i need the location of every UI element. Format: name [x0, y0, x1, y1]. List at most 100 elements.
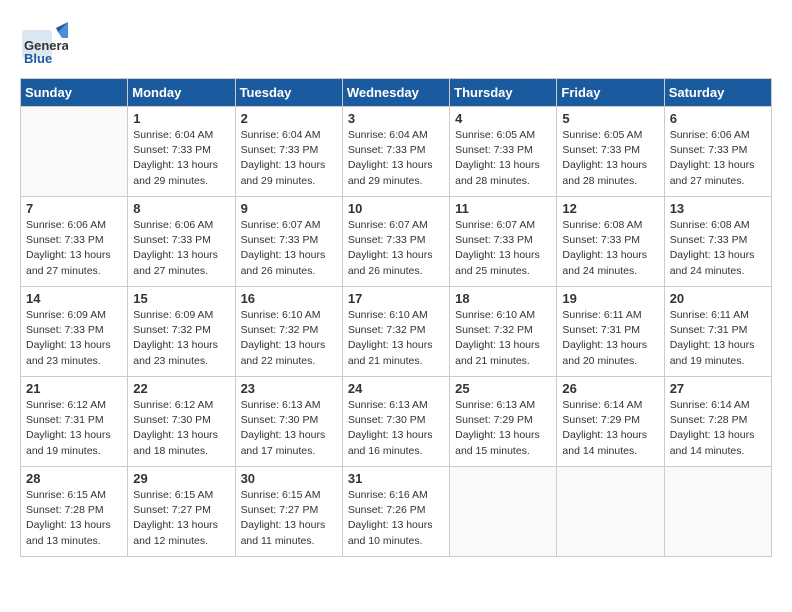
daylight-text: Daylight: 13 hours and 14 minutes. [562, 428, 658, 458]
calendar-week-row: 14Sunrise: 6:09 AMSunset: 7:33 PMDayligh… [21, 287, 772, 377]
daylight-text: Daylight: 13 hours and 29 minutes. [348, 158, 444, 188]
day-info: Sunrise: 6:07 AMSunset: 7:33 PMDaylight:… [455, 218, 551, 279]
calendar-cell: 9Sunrise: 6:07 AMSunset: 7:33 PMDaylight… [235, 197, 342, 287]
day-number: 24 [348, 381, 444, 396]
sunset-text: Sunset: 7:27 PM [241, 503, 337, 518]
day-info: Sunrise: 6:05 AMSunset: 7:33 PMDaylight:… [562, 128, 658, 189]
sunset-text: Sunset: 7:31 PM [670, 323, 766, 338]
day-number: 1 [133, 111, 229, 126]
calendar-cell: 15Sunrise: 6:09 AMSunset: 7:32 PMDayligh… [128, 287, 235, 377]
sunset-text: Sunset: 7:33 PM [241, 143, 337, 158]
sunset-text: Sunset: 7:33 PM [133, 233, 229, 248]
daylight-text: Daylight: 13 hours and 20 minutes. [562, 338, 658, 368]
calendar-cell [21, 107, 128, 197]
sunset-text: Sunset: 7:30 PM [133, 413, 229, 428]
sunrise-text: Sunrise: 6:05 AM [562, 128, 658, 143]
calendar-cell: 5Sunrise: 6:05 AMSunset: 7:33 PMDaylight… [557, 107, 664, 197]
day-number: 27 [670, 381, 766, 396]
calendar-cell: 18 Sunrise: 6:10 AMSunset: 7:32 PMDayligh… [450, 287, 557, 377]
day-info: Sunrise: 6:12 AMSunset: 7:30 PMDaylight:… [133, 398, 229, 459]
daylight-text: Daylight: 13 hours and 29 minutes. [241, 158, 337, 188]
daylight-text: Daylight: 13 hours and 22 minutes. [241, 338, 337, 368]
calendar-week-row: 21Sunrise: 6:12 AMSunset: 7:31 PMDayligh… [21, 377, 772, 467]
column-header-wednesday: Wednesday [342, 79, 449, 107]
sunrise-text: Sunrise: 6:10 AM [241, 308, 337, 323]
calendar-table: SundayMondayTuesdayWednesdayThursdayFrid… [20, 78, 772, 557]
sunrise-text: Sunrise: 6:15 AM [26, 488, 122, 503]
day-number: 20 [670, 291, 766, 306]
sunrise-text: Sunrise: 6:15 AM [133, 488, 229, 503]
day-number: 31 [348, 471, 444, 486]
sunset-text: Sunset: 7:28 PM [26, 503, 122, 518]
day-number: 6 [670, 111, 766, 126]
sunset-text: Sunset: 7:30 PM [241, 413, 337, 428]
day-number: 14 [26, 291, 122, 306]
day-info: Sunrise: 6:10 AMSunset: 7:32 PMDaylight:… [455, 308, 551, 369]
sunrise-text: Sunrise: 6:10 AM [348, 308, 444, 323]
sunrise-text: Sunrise: 6:12 AM [26, 398, 122, 413]
sunrise-text: Sunrise: 6:14 AM [670, 398, 766, 413]
sunrise-text: Sunrise: 6:12 AM [133, 398, 229, 413]
calendar-cell: 17Sunrise: 6:10 AMSunset: 7:32 PMDayligh… [342, 287, 449, 377]
day-number: 17 [348, 291, 444, 306]
sunset-text: Sunset: 7:33 PM [455, 143, 551, 158]
daylight-text: Daylight: 13 hours and 12 minutes. [133, 518, 229, 548]
day-number: 13 [670, 201, 766, 216]
calendar-cell [450, 467, 557, 557]
daylight-text: Daylight: 13 hours and 10 minutes. [348, 518, 444, 548]
day-number: 30 [241, 471, 337, 486]
day-number: 29 [133, 471, 229, 486]
calendar-cell [664, 467, 771, 557]
calendar-cell: 13 Sunrise: 6:08 AMSunset: 7:33 PMDayligh… [664, 197, 771, 287]
daylight-text: Daylight: 13 hours and 27 minutes. [26, 248, 122, 278]
day-info: Sunrise: 6:11 AMSunset: 7:31 PMDaylight:… [670, 308, 766, 369]
column-header-tuesday: Tuesday [235, 79, 342, 107]
day-number: 18 [455, 291, 551, 306]
day-number: 15 [133, 291, 229, 306]
day-number: 4 [455, 111, 551, 126]
sunrise-text: Sunrise: 6:16 AM [348, 488, 444, 503]
day-number: 2 [241, 111, 337, 126]
daylight-text: Daylight: 13 hours and 21 minutes. [348, 338, 444, 368]
daylight-text: Daylight: 13 hours and 27 minutes. [670, 158, 766, 188]
calendar-cell: 3Sunrise: 6:04 AMSunset: 7:33 PMDaylight… [342, 107, 449, 197]
calendar-cell: 14Sunrise: 6:09 AMSunset: 7:33 PMDayligh… [21, 287, 128, 377]
sunrise-text: Sunrise: 6:07 AM [455, 218, 551, 233]
day-number: 8 [133, 201, 229, 216]
day-info: Sunrise: 6:15 AMSunset: 7:28 PMDaylight:… [26, 488, 122, 549]
calendar-cell: 28Sunrise: 6:15 AMSunset: 7:28 PMDayligh… [21, 467, 128, 557]
day-number: 11 [455, 201, 551, 216]
sunrise-text: Sunrise: 6:11 AM [670, 308, 766, 323]
calendar-week-row: 28Sunrise: 6:15 AMSunset: 7:28 PMDayligh… [21, 467, 772, 557]
sunset-text: Sunset: 7:31 PM [26, 413, 122, 428]
sunset-text: Sunset: 7:33 PM [133, 143, 229, 158]
sunset-text: Sunset: 7:33 PM [348, 143, 444, 158]
daylight-text: Daylight: 13 hours and 24 minutes. [562, 248, 658, 278]
day-info: Sunrise: 6:06 AMSunset: 7:33 PMDaylight:… [26, 218, 122, 279]
calendar-cell: 12Sunrise: 6:08 AMSunset: 7:33 PMDayligh… [557, 197, 664, 287]
day-info: Sunrise: 6:15 AMSunset: 7:27 PMDaylight:… [241, 488, 337, 549]
calendar-cell: 2Sunrise: 6:04 AMSunset: 7:33 PMDaylight… [235, 107, 342, 197]
calendar-cell: 23Sunrise: 6:13 AMSunset: 7:30 PMDayligh… [235, 377, 342, 467]
day-number: 26 [562, 381, 658, 396]
day-info: Sunrise: 6:13 AMSunset: 7:30 PMDaylight:… [348, 398, 444, 459]
day-info: Sunrise: 6:12 AMSunset: 7:31 PMDaylight:… [26, 398, 122, 459]
sunset-text: Sunset: 7:31 PM [562, 323, 658, 338]
sunrise-text: Sunrise: 6:15 AM [241, 488, 337, 503]
day-info: Sunrise: 6:13 AMSunset: 7:29 PMDaylight:… [455, 398, 551, 459]
daylight-text: Daylight: 13 hours and 14 minutes. [670, 428, 766, 458]
day-number: 3 [348, 111, 444, 126]
day-info: Sunrise: 6:06 AMSunset: 7:33 PMDaylight:… [133, 218, 229, 279]
calendar-header-row: SundayMondayTuesdayWednesdayThursdayFrid… [21, 79, 772, 107]
sunrise-text: Sunrise: 6:13 AM [455, 398, 551, 413]
daylight-text: Daylight: 13 hours and 28 minutes. [562, 158, 658, 188]
sunset-text: Sunset: 7:33 PM [562, 233, 658, 248]
daylight-text: Daylight: 13 hours and 28 minutes. [455, 158, 551, 188]
sunset-text: Sunset: 7:26 PM [348, 503, 444, 518]
day-number: 22 [133, 381, 229, 396]
sunrise-text: Sunrise: 6:10 AM [455, 308, 551, 323]
calendar-cell: 29Sunrise: 6:15 AMSunset: 7:27 PMDayligh… [128, 467, 235, 557]
sunset-text: Sunset: 7:33 PM [670, 233, 766, 248]
day-info: Sunrise: 6:08 AMSunset: 7:33 PMDaylight:… [670, 218, 766, 279]
calendar-week-row: 1Sunrise: 6:04 AMSunset: 7:33 PMDaylight… [21, 107, 772, 197]
